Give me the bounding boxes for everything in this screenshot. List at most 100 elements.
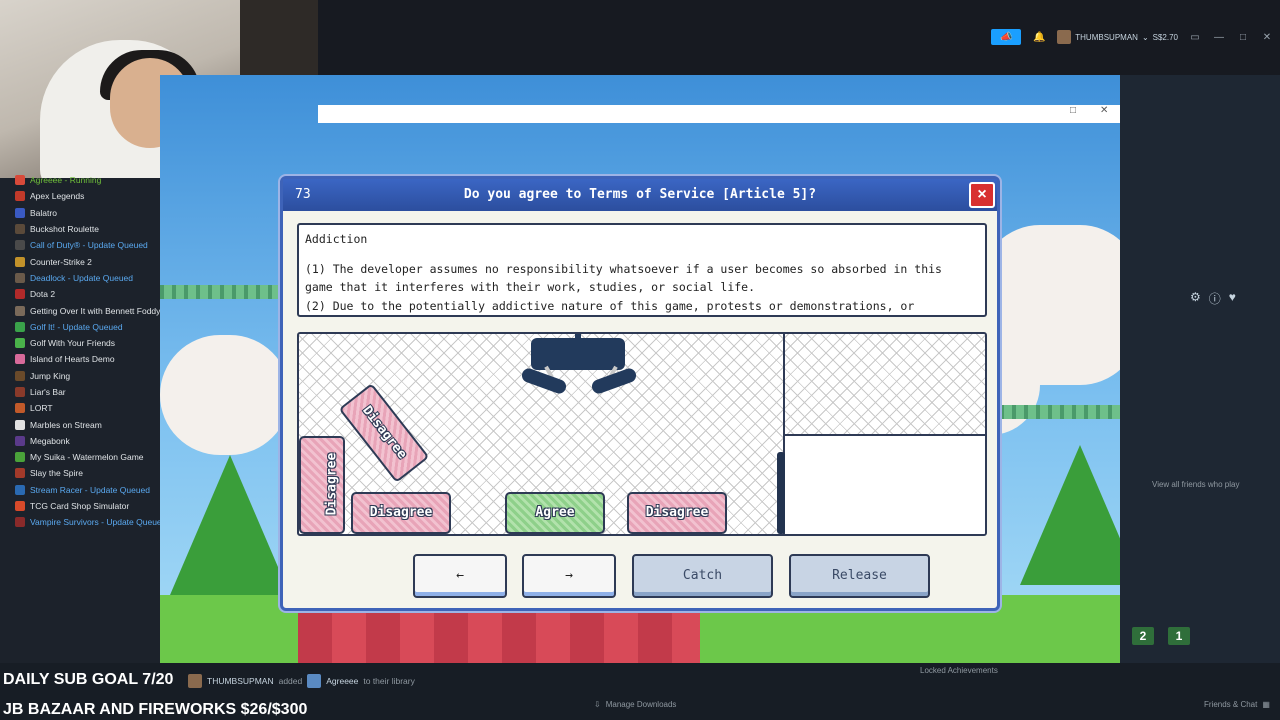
library-item[interactable]: LORT (0, 400, 160, 416)
steam-game-panel: ⚙ ⓘ ♥ View all friends who play 2 1 (1120, 75, 1280, 668)
agree-block: Agree (505, 492, 605, 534)
game-icon (15, 435, 25, 446)
tos-heading: Addiction (305, 232, 368, 246)
release-button[interactable]: Release (789, 554, 930, 598)
tos-line: (1) The developer assumes no responsibil… (305, 261, 942, 276)
circus-tent (298, 613, 700, 663)
library-item-label: Island of Hearts Demo (30, 354, 115, 365)
library-item-label: Balatro (30, 207, 57, 218)
library-notification: THUMBSUPMAN added Agreeee to their libra… (188, 674, 415, 688)
game-icon (15, 240, 25, 251)
maximize-icon[interactable]: □ (1236, 32, 1250, 43)
minimize-icon[interactable]: — (1212, 32, 1226, 43)
library-item[interactable]: Stream Racer - Update Queued (0, 482, 160, 498)
library-item[interactable]: Dota 2 (0, 286, 160, 302)
view-friends-link[interactable]: View all friends who play (1152, 480, 1239, 489)
move-left-button[interactable]: ← (413, 554, 507, 598)
library-item[interactable]: Liar's Bar (0, 384, 160, 400)
game-icon (15, 419, 25, 430)
game-icon (307, 674, 322, 688)
move-right-button[interactable]: → (522, 554, 616, 598)
disagree-block: Disagree (627, 492, 727, 534)
maximize-icon[interactable]: □ (1070, 105, 1076, 116)
game-window-titlebar (318, 105, 1120, 123)
dialog-title: Do you agree to Terms of Service [Articl… (463, 187, 817, 202)
catch-button[interactable]: Catch (632, 554, 773, 598)
sub-goal-text: DAILY SUB GOAL 7/20 (3, 671, 174, 688)
close-button[interactable]: × (969, 182, 995, 208)
game-icon (15, 272, 25, 283)
girder (160, 285, 280, 299)
game-library-list: Agreeee - Running Apex Legends Balatro Buck… (0, 175, 160, 668)
claw-machine-area: Disagree Disagree Disagree Agree Disagre… (297, 332, 987, 536)
library-item-label: Golf With Your Friends (30, 338, 116, 349)
close-icon[interactable]: ✕ (1260, 32, 1274, 43)
bazaar-goal-text: JB BAZAAR AND FIREWORKS $26/$300 (3, 701, 308, 718)
game-icon (15, 403, 25, 414)
library-item-label: Agreeee - Running (30, 175, 102, 186)
megaphone-icon[interactable]: 📣 (991, 29, 1022, 45)
badge-number: 2 (1132, 627, 1154, 645)
library-item-label: Counter-Strike 2 (30, 256, 92, 267)
info-icon[interactable]: ⓘ (1209, 290, 1221, 307)
friends-chat-label: Friends & Chat (1204, 700, 1258, 709)
library-item[interactable]: Getting Over It with Bennett Foddy (0, 302, 160, 318)
tree (1020, 445, 1120, 585)
library-item-label: Golf It! - Update Queued (30, 321, 123, 332)
library-item[interactable]: Agreeee - Running (0, 172, 160, 188)
library-item[interactable]: Deadlock - Update Queued (0, 270, 160, 286)
notif-game: Agreeee (326, 676, 359, 686)
game-icon (15, 370, 25, 381)
badge-number: 1 (1168, 627, 1190, 645)
library-item[interactable]: Balatro (0, 205, 160, 221)
library-item[interactable]: Golf With Your Friends (0, 335, 160, 351)
library-item[interactable]: Island of Hearts Demo (0, 351, 160, 367)
library-item-label: Dota 2 (30, 289, 56, 300)
heart-icon[interactable]: ♥ (1229, 290, 1236, 307)
library-item[interactable]: Call of Duty® - Update Queued (0, 237, 160, 253)
notif-user: THUMBSUPMAN (207, 676, 274, 686)
game-icon (15, 289, 25, 300)
library-item[interactable]: Counter-Strike 2 (0, 253, 160, 269)
close-icon[interactable]: ✕ (1100, 105, 1108, 116)
girder (1000, 405, 1120, 419)
library-item[interactable]: Golf It! - Update Queued (0, 319, 160, 335)
library-item-label: Slay the Spire (30, 468, 83, 479)
gear-icon[interactable]: ⚙ (1190, 290, 1201, 307)
game-icon (15, 387, 25, 397)
chat-icon: ▦ (1262, 700, 1270, 709)
tos-dialog: 73 Do you agree to Terms of Service [Art… (280, 176, 1000, 611)
library-item[interactable]: Marbles on Stream (0, 416, 160, 432)
game-icon (15, 468, 25, 479)
monitor-icon[interactable]: ▭ (1188, 32, 1202, 43)
game-icon (15, 191, 25, 202)
library-item[interactable]: Jump King (0, 368, 160, 384)
topbar-controls: 📣 🔔 THUMBSUPMAN ⌄ S$2.70 ▭ — □ ✕ (991, 28, 1274, 46)
library-item-label: Jump King (30, 370, 71, 381)
library-item[interactable]: Apex Legends (0, 188, 160, 204)
library-item-label: Getting Over It with Bennett Foddy (30, 305, 160, 316)
game-icon (15, 175, 25, 186)
bell-icon[interactable]: 🔔 (1031, 29, 1047, 45)
game-icon (15, 305, 25, 316)
user-menu[interactable]: THUMBSUPMAN ⌄ S$2.70 (1057, 30, 1178, 44)
tos-line: game that it interferes with their work,… (305, 280, 756, 294)
game-icon (15, 224, 25, 235)
library-item[interactable]: Megabonk (0, 433, 160, 449)
library-item[interactable]: My Suika - Watermelon Game (0, 449, 160, 465)
library-item[interactable]: TCG Card Shop Simulator (0, 498, 160, 514)
manage-downloads-button[interactable]: ⇩ Manage Downloads (594, 700, 676, 709)
library-item[interactable]: Buckshot Roulette (0, 221, 160, 237)
chute-post (777, 452, 785, 534)
library-item[interactable]: Slay the Spire (0, 465, 160, 481)
locked-achievements-label: Locked Achievements (920, 666, 998, 675)
disagree-block: Disagree (299, 436, 345, 534)
game-icon (15, 256, 25, 267)
manage-downloads-label: Manage Downloads (605, 700, 677, 709)
disagree-block: Disagree (351, 492, 451, 534)
tos-text-box[interactable]: Addiction (1) The developer assumes no r… (297, 223, 987, 317)
avatar (1057, 30, 1072, 44)
game-icon (15, 338, 25, 349)
library-item[interactable]: Vampire Survivors - Update Queued (0, 514, 160, 530)
friends-chat-button[interactable]: Friends & Chat ▦ (1204, 700, 1270, 709)
